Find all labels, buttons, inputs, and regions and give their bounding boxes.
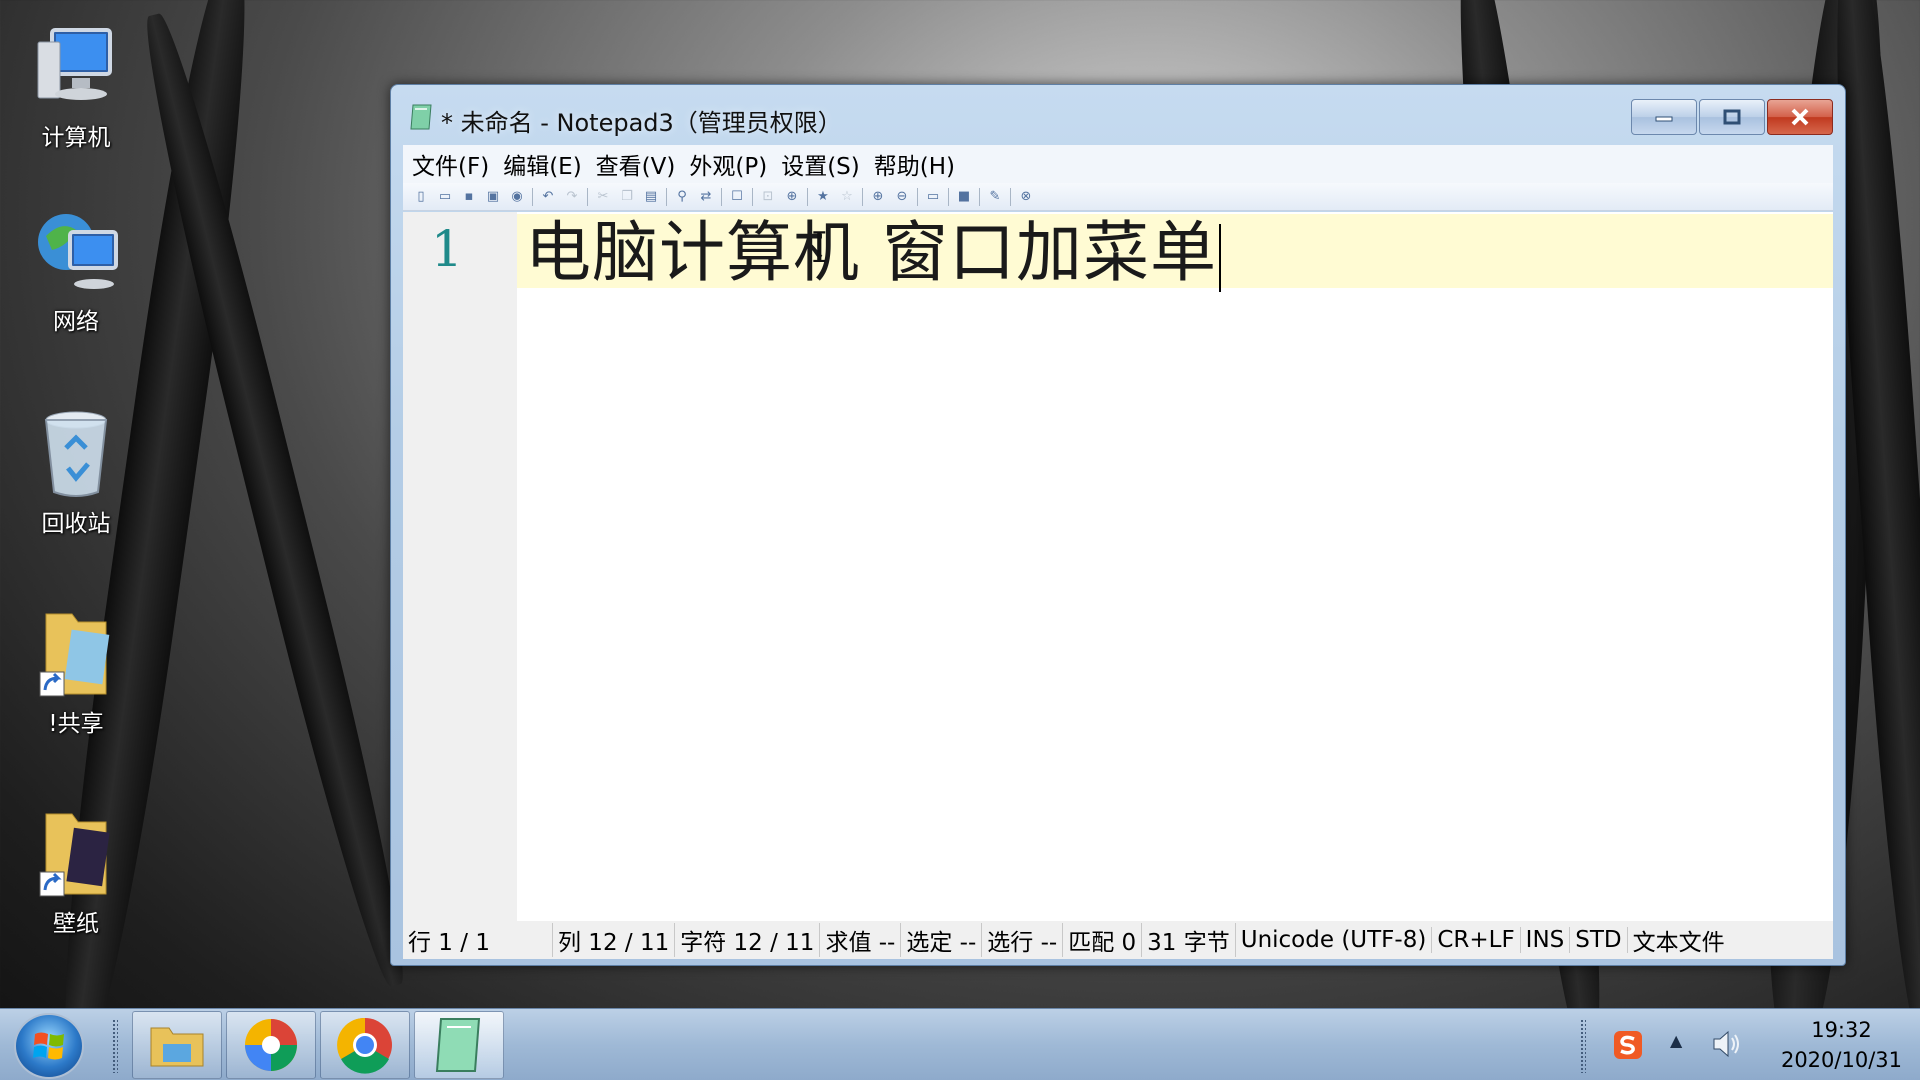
folder-shortcut-icon <box>32 808 120 900</box>
exit-icon[interactable]: ⊗ <box>1014 185 1038 209</box>
status-eol[interactable]: CR+LF <box>1432 927 1521 953</box>
chrome-icon <box>337 1017 392 1074</box>
paste-icon[interactable]: ▤ <box>639 185 663 209</box>
start-button[interactable] <box>14 1013 84 1079</box>
scheme-icon[interactable]: ▭ <box>921 185 945 209</box>
desktop-icon-label: 回收站 <box>41 511 111 537</box>
favorites-icon[interactable]: ★ <box>811 185 835 209</box>
desktop-icon-network[interactable]: 网络 <box>22 206 130 336</box>
maximize-icon <box>1723 109 1741 125</box>
redo-icon[interactable]: ↷ <box>560 185 584 209</box>
status-column: 列 12 / 11 <box>553 923 676 957</box>
status-match: 匹配 0 <box>1063 923 1143 957</box>
notepad3-window[interactable]: * 未命名 - Notepad3（管理员权限） 文件(F) 编辑(E) 查看(V… <box>390 84 1846 966</box>
recycle-bin-icon <box>32 408 120 500</box>
menu-edit[interactable]: 编辑(E) <box>496 147 588 181</box>
zoom-in-icon[interactable]: ⊕ <box>866 185 890 209</box>
system-clock[interactable]: 19:32 2020/10/31 <box>1781 1015 1902 1075</box>
zoom-find-icon[interactable]: ⊕ <box>780 185 804 209</box>
desktop-icon-label: 计算机 <box>41 125 111 151</box>
desktop-icon-label: !共享 <box>48 711 104 737</box>
status-mode[interactable]: STD <box>1570 927 1628 953</box>
text-caret <box>1218 224 1221 292</box>
minimize-button[interactable] <box>1631 99 1697 135</box>
taskbar-notepad3-button[interactable] <box>414 1011 504 1079</box>
title-bar[interactable]: * 未命名 - Notepad3（管理员权限） <box>391 85 1845 141</box>
folder-shortcut-icon <box>32 608 120 700</box>
status-filetype[interactable]: 文本文件 <box>1628 923 1730 957</box>
open-folder-icon[interactable]: ▭ <box>433 185 457 209</box>
menu-file[interactable]: 文件(F) <box>405 147 496 181</box>
clock-date: 2020/10/31 <box>1780 1048 1902 1072</box>
taskbar-explorer-button[interactable] <box>132 1011 222 1079</box>
status-line: 行 1 / 1 <box>403 923 553 957</box>
toolbar: ▯ ▭ ▪ ▣ ◉ ↶ ↷ ✂ ❐ ▤ ⚲ ⇄ ☐ ⊡ ⊕ ★ ☆ ⊕ ⊖ ▭ … <box>403 183 1833 211</box>
browse-icon[interactable]: ◉ <box>505 185 529 209</box>
system-tray: ▲ 19:32 2020/10/31 <box>1580 1009 1920 1080</box>
text-editor[interactable]: 1 电脑计算机 窗口加菜单 <box>403 212 1833 923</box>
volume-icon[interactable] <box>1710 1027 1744 1065</box>
close-icon <box>1791 108 1809 126</box>
desktop-icon-wallpaper-folder[interactable]: 壁纸 <box>22 808 130 938</box>
clock-time: 19:32 <box>1811 1018 1872 1042</box>
find-icon[interactable]: ⚲ <box>670 185 694 209</box>
close-button[interactable] <box>1767 99 1833 135</box>
status-ins[interactable]: INS <box>1521 927 1571 953</box>
taskbar: ▲ 19:32 2020/10/31 <box>0 1008 1920 1080</box>
line-number-gutter: 1 <box>403 212 517 923</box>
show-hidden-icons-icon[interactable]: ▲ <box>1670 1031 1682 1050</box>
word-wrap-icon[interactable]: ☐ <box>725 185 749 209</box>
desktop-icon-share-folder[interactable]: !共享 <box>22 608 130 738</box>
window-title: * 未命名 - Notepad3（管理员权限） <box>441 109 842 137</box>
desktop-icon-computer[interactable]: 计算机 <box>22 22 130 152</box>
new-file-icon[interactable]: ▯ <box>409 185 433 209</box>
folder-icon <box>150 1027 204 1067</box>
desktop-icon-recycle-bin[interactable]: 回收站 <box>22 408 130 538</box>
windows-logo-icon <box>33 1032 64 1060</box>
minimize-icon <box>1655 116 1673 122</box>
zoom-out-icon[interactable]: ⊖ <box>890 185 914 209</box>
notepad3-icon <box>435 1018 481 1072</box>
status-bar: 行 1 / 1 列 12 / 11 字符 12 / 11 求值 -- 选定 --… <box>403 921 1833 959</box>
save-as-icon[interactable]: ▣ <box>481 185 505 209</box>
ibeam-cursor-icon: I <box>811 223 828 272</box>
menu-bar: 文件(F) 编辑(E) 查看(V) 外观(P) 设置(S) 帮助(H) <box>403 145 1833 183</box>
menu-view[interactable]: 查看(V) <box>589 147 683 181</box>
status-selection: 选定 -- <box>901 923 983 957</box>
replace-icon[interactable]: ⇄ <box>694 185 718 209</box>
desktop-icon-label: 壁纸 <box>53 911 99 937</box>
add-favorite-icon[interactable]: ☆ <box>835 185 859 209</box>
undo-icon[interactable]: ↶ <box>536 185 560 209</box>
pin-icon[interactable]: ✎ <box>983 185 1007 209</box>
status-chars: 字符 12 / 11 <box>675 923 821 957</box>
customize-schemes-icon[interactable]: ■ <box>952 185 976 209</box>
computer-icon <box>32 22 120 114</box>
network-globe-icon <box>32 206 120 298</box>
goto-icon[interactable]: ⊡ <box>756 185 780 209</box>
editor-line-text[interactable]: 电脑计算机 窗口加菜单 <box>525 216 1221 292</box>
taskbar-color-app-button[interactable] <box>226 1011 316 1079</box>
notepad3-app-icon <box>409 103 433 131</box>
status-encoding[interactable]: Unicode (UTF-8) <box>1236 927 1433 953</box>
status-selected-lines: 选行 -- <box>982 923 1064 957</box>
status-bytes: 31 字节 <box>1142 923 1236 957</box>
taskbar-chrome-button[interactable] <box>320 1011 410 1079</box>
desktop-icon-label: 网络 <box>53 309 99 335</box>
menu-appearance[interactable]: 外观(P) <box>682 147 774 181</box>
maximize-button[interactable] <box>1699 99 1765 135</box>
cut-icon[interactable]: ✂ <box>591 185 615 209</box>
status-eval: 求值 -- <box>820 923 902 957</box>
line-number: 1 <box>431 220 463 278</box>
sogou-ime-icon[interactable] <box>1612 1029 1644 1065</box>
copy-icon[interactable]: ❐ <box>615 185 639 209</box>
pinwheel-icon <box>245 1019 297 1071</box>
menu-help[interactable]: 帮助(H) <box>867 147 962 181</box>
save-icon[interactable]: ▪ <box>457 185 481 209</box>
menu-settings[interactable]: 设置(S) <box>774 147 867 181</box>
